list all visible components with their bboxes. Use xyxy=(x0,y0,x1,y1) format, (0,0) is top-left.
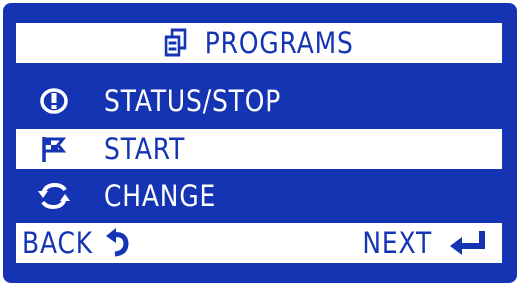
page-title: PROGRAMS xyxy=(205,26,355,60)
menu-item-status-stop[interactable]: STATUS/STOP xyxy=(16,81,502,121)
back-label: BACK xyxy=(22,226,93,260)
title-bar: PROGRAMS xyxy=(16,23,502,63)
menu-item-change[interactable]: CHANGE xyxy=(16,176,502,216)
menu-item-start[interactable]: START xyxy=(16,129,502,169)
menu-item-label: CHANGE xyxy=(104,179,217,213)
next-label: NEXT xyxy=(362,226,432,260)
enter-arrow-icon xyxy=(448,228,488,258)
back-button[interactable]: BACK xyxy=(22,223,133,263)
programs-stack-icon xyxy=(164,28,188,58)
next-button[interactable]: NEXT xyxy=(351,223,488,263)
flag-icon xyxy=(34,132,74,166)
menu-item-label: START xyxy=(104,132,186,166)
exclamation-circle-icon xyxy=(34,84,74,118)
soft-key-bar: BACK NEXT xyxy=(16,223,502,263)
menu-item-label: STATUS/STOP xyxy=(104,84,282,118)
lcd-screen: PROGRAMS STATUS/STOP START CHANGE BACK N… xyxy=(3,3,517,283)
back-arrow-icon xyxy=(103,227,133,259)
change-arrows-icon xyxy=(34,179,74,213)
